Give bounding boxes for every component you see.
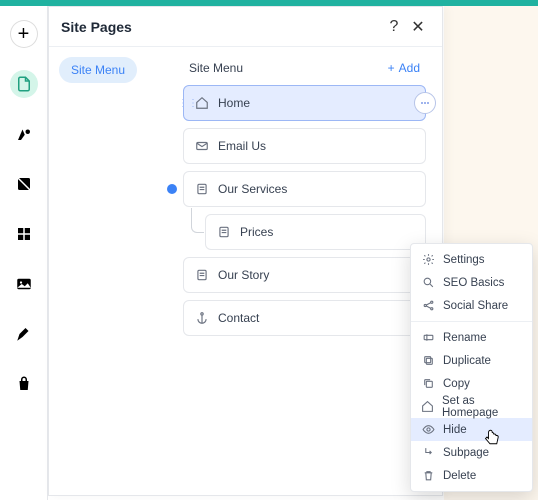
- ctx-label: Settings: [443, 254, 485, 266]
- ctx-label: Duplicate: [443, 355, 491, 367]
- blog-icon[interactable]: [10, 320, 38, 348]
- media-icon[interactable]: [10, 270, 38, 298]
- home-icon: [421, 400, 434, 414]
- share-icon: [421, 299, 435, 313]
- left-rail: +: [0, 6, 48, 500]
- ctx-delete[interactable]: Delete: [411, 464, 532, 487]
- ctx-label: Rename: [443, 332, 486, 344]
- page-row-our-services[interactable]: Our Services: [183, 171, 426, 207]
- add-page-button[interactable]: + Add: [388, 61, 420, 75]
- page-label: Email Us: [218, 139, 415, 153]
- close-icon[interactable]: ✕: [406, 15, 430, 39]
- page-label: Our Story: [218, 268, 415, 282]
- add-icon[interactable]: +: [10, 20, 38, 48]
- ctx-hide[interactable]: Hide: [411, 418, 532, 441]
- gear-icon: [421, 253, 435, 267]
- menu-column: Site Menu + Add ⋮⋮ Home: [179, 47, 442, 495]
- page-row-prices[interactable]: Prices: [205, 214, 426, 250]
- panel-title: Site Pages: [61, 19, 382, 35]
- duplicate-icon: [421, 354, 435, 368]
- ctx-settings[interactable]: Settings: [411, 248, 532, 271]
- page-label: Contact: [218, 311, 415, 325]
- ctx-label: Social Share: [443, 300, 508, 312]
- ctx-copy[interactable]: Copy: [411, 372, 532, 395]
- ctx-homepage[interactable]: Set as Homepage: [411, 395, 532, 418]
- tree-column: Site Menu: [49, 47, 179, 495]
- page-label: Our Services: [218, 182, 415, 196]
- page-row-contact[interactable]: Contact: [183, 300, 426, 336]
- ctx-duplicate[interactable]: Duplicate: [411, 349, 532, 372]
- help-icon[interactable]: ?: [382, 15, 406, 39]
- collapse-icon[interactable]: [167, 184, 177, 194]
- anchor-icon: [194, 310, 210, 326]
- ctx-label: Copy: [443, 378, 470, 390]
- mail-icon: [194, 138, 210, 154]
- subpage-icon: [421, 446, 435, 460]
- context-menu: Settings SEO Basics Social Share Rename …: [410, 243, 533, 492]
- ctx-seo[interactable]: SEO Basics: [411, 271, 532, 294]
- ctx-subpage[interactable]: Subpage: [411, 441, 532, 464]
- rename-icon: [421, 331, 435, 345]
- drag-handle-icon[interactable]: ⋮⋮: [178, 98, 188, 109]
- menu-title: Site Menu: [189, 61, 243, 75]
- plus-icon: +: [388, 61, 395, 75]
- trash-icon: [421, 469, 435, 483]
- copy-icon: [421, 377, 435, 391]
- page-label: Home: [218, 96, 415, 110]
- site-menu-chip[interactable]: Site Menu: [59, 57, 137, 83]
- more-icon[interactable]: [414, 92, 436, 114]
- page-row-home[interactable]: ⋮⋮ Home: [183, 85, 426, 121]
- page-icon: [194, 181, 210, 197]
- theme-icon[interactable]: [10, 170, 38, 198]
- ctx-rename[interactable]: Rename: [411, 326, 532, 349]
- page-label: Prices: [240, 225, 415, 239]
- page-icon: [194, 267, 210, 283]
- site-pages-panel: Site Pages ? ✕ Site Menu Site Menu + Add…: [48, 6, 443, 496]
- ctx-social[interactable]: Social Share: [411, 294, 532, 317]
- ctx-label: Set as Homepage: [442, 395, 522, 419]
- store-icon[interactable]: [10, 370, 38, 398]
- ctx-label: Subpage: [443, 447, 489, 459]
- apps-icon[interactable]: [10, 220, 38, 248]
- seo-icon: [421, 276, 435, 290]
- design-icon[interactable]: [10, 120, 38, 148]
- pages-icon[interactable]: [10, 70, 38, 98]
- page-row-our-story[interactable]: Our Story: [183, 257, 426, 293]
- eye-icon: [421, 423, 435, 437]
- panel-header: Site Pages ? ✕: [49, 7, 442, 47]
- ctx-label: SEO Basics: [443, 277, 504, 289]
- add-label: Add: [399, 61, 420, 75]
- ctx-label: Delete: [443, 470, 476, 482]
- ctx-label: Hide: [443, 424, 467, 436]
- page-icon: [216, 224, 232, 240]
- page-row-email-us[interactable]: Email Us: [183, 128, 426, 164]
- page-list: ⋮⋮ Home Email Us: [183, 85, 426, 336]
